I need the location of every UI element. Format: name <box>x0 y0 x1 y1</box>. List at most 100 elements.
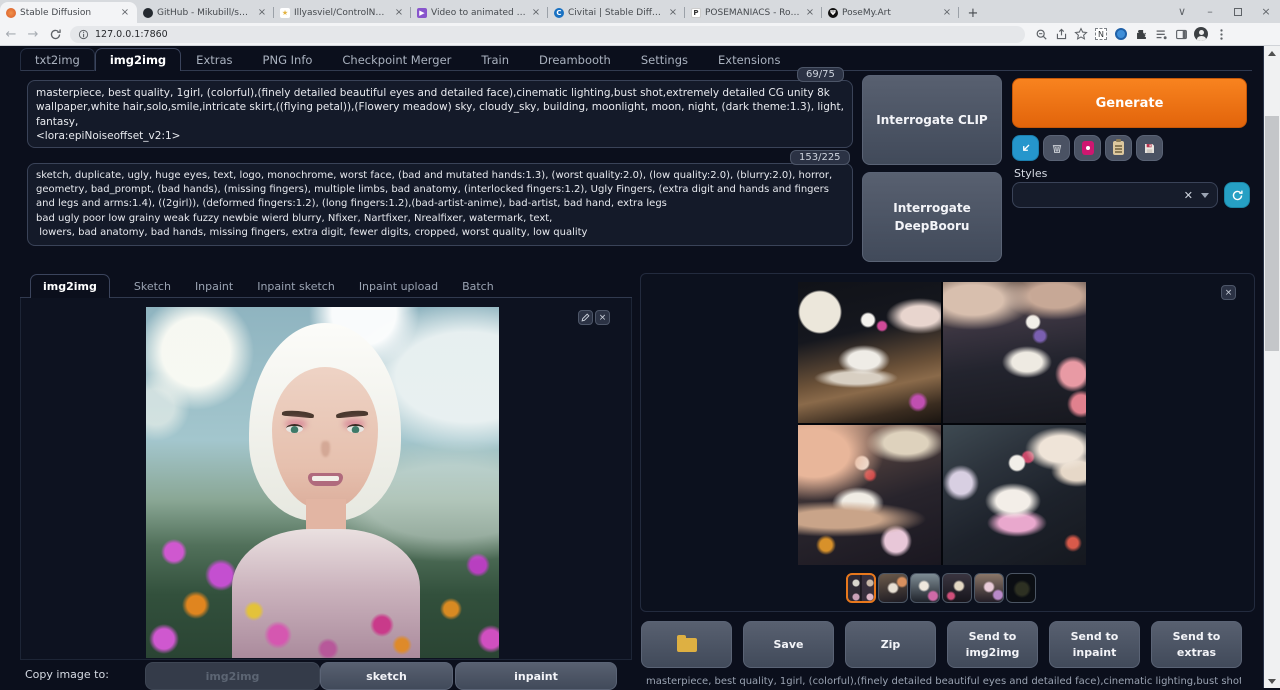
tab-img2img[interactable]: img2img <box>95 48 181 71</box>
tab-png-info[interactable]: PNG Info <box>248 48 328 71</box>
chevron-down-icon <box>1201 193 1209 198</box>
clear-prompt-button[interactable] <box>1043 135 1070 161</box>
portrait-face <box>272 367 378 509</box>
edit-image-button[interactable] <box>578 310 593 325</box>
portrait-eye <box>286 424 303 433</box>
browser-tab-strip: Stable Diffusion × GitHub - Mikubill/sd-… <box>0 0 1280 23</box>
tab-close-icon[interactable]: × <box>530 8 542 18</box>
tab-close-icon[interactable]: × <box>667 8 679 18</box>
browser-tab[interactable]: GitHub - Mikubill/sd-webui-con × <box>137 2 274 23</box>
clipboard-icon <box>1113 141 1124 155</box>
subtab-img2img[interactable]: img2img <box>30 274 110 298</box>
copy-image-to-label: Copy image to: <box>25 668 109 681</box>
browser-tab[interactable]: C Civitai | Stable Diffusion models × <box>548 2 685 23</box>
tab-settings[interactable]: Settings <box>626 48 703 71</box>
copy-to-sketch-button[interactable]: sketch <box>320 662 453 690</box>
side-panel-icon[interactable] <box>1171 24 1191 44</box>
interrogate-deepbooru-button[interactable]: Interrogate DeepBooru <box>862 172 1002 262</box>
page-scrollbar[interactable] <box>1264 46 1280 688</box>
read-parameters-button[interactable] <box>1012 135 1039 161</box>
tab-extensions[interactable]: Extensions <box>703 48 795 71</box>
browser-menu-icon[interactable] <box>1211 24 1231 44</box>
zoom-icon[interactable] <box>1031 24 1051 44</box>
extension-n-icon[interactable]: N <box>1091 24 1111 44</box>
browser-toolbar: ← → 127.0.0.1:7860 N <box>0 23 1280 46</box>
send-to-inpaint-button[interactable]: Send to inpaint <box>1049 621 1140 668</box>
window-controls: ∨ – × <box>1168 0 1280 23</box>
tab-txt2img[interactable]: txt2img <box>20 48 95 71</box>
save-style-button[interactable] <box>1136 135 1163 161</box>
reading-list-icon[interactable] <box>1151 24 1171 44</box>
browser-tab[interactable]: ▶ Video to animated GIF converter × <box>411 2 548 23</box>
generated-image-4[interactable] <box>943 425 1086 566</box>
reload-button[interactable] <box>44 24 66 44</box>
generated-image-2[interactable] <box>943 282 1086 423</box>
new-tab-button[interactable]: + <box>963 3 983 23</box>
subtab-inpaint-sketch[interactable]: Inpaint sketch <box>257 275 335 298</box>
window-minimize-button[interactable]: – <box>1196 0 1224 23</box>
browser-tab[interactable]: P POSEMANIACS - Royalty free 3 × <box>685 2 822 23</box>
img2img-mode-tabs: img2img Sketch Inpaint Inpaint sketch In… <box>20 273 632 298</box>
scroll-up-arrow[interactable] <box>1264 46 1280 60</box>
forward-button[interactable]: → <box>22 24 44 44</box>
negative-prompt-textarea[interactable]: sketch, duplicate, ugly, huge eyes, text… <box>27 163 853 246</box>
tab-dreambooth[interactable]: Dreambooth <box>524 48 626 71</box>
tab-close-icon[interactable]: × <box>119 8 131 18</box>
subtab-inpaint-upload[interactable]: Inpaint upload <box>359 275 438 298</box>
extension-blue-icon[interactable] <box>1111 24 1131 44</box>
share-icon[interactable] <box>1051 24 1071 44</box>
remove-image-button[interactable]: × <box>595 310 610 325</box>
subtab-sketch[interactable]: Sketch <box>134 275 171 298</box>
tab-checkpoint-merger[interactable]: Checkpoint Merger <box>327 48 466 71</box>
gallery-thumbnail[interactable] <box>974 573 1004 603</box>
subtab-inpaint[interactable]: Inpaint <box>195 275 233 298</box>
civitai-favicon: C <box>554 8 564 18</box>
send-to-extras-button[interactable]: Send to extras <box>1151 621 1242 668</box>
gallery-thumbnail[interactable] <box>942 573 972 603</box>
gallery-thumbnail[interactable] <box>878 573 908 603</box>
address-bar[interactable]: 127.0.0.1:7860 <box>70 26 1025 43</box>
tab-close-icon[interactable]: × <box>941 8 953 18</box>
bookmark-star-icon[interactable] <box>1071 24 1091 44</box>
zip-button[interactable]: Zip <box>845 621 936 668</box>
browser-tab-title: PoseMy.Art <box>842 8 937 18</box>
styles-select[interactable]: ✕ <box>1012 182 1218 208</box>
window-close-button[interactable]: × <box>1252 0 1280 23</box>
site-info-icon[interactable] <box>78 29 89 40</box>
extensions-puzzle-icon[interactable] <box>1131 24 1151 44</box>
tab-search-icon[interactable]: ∨ <box>1168 0 1196 23</box>
clear-styles-icon[interactable]: ✕ <box>1184 189 1193 202</box>
source-image-portrait[interactable] <box>146 307 499 658</box>
generated-image-3[interactable] <box>798 425 941 566</box>
refresh-styles-button[interactable] <box>1224 182 1250 208</box>
back-button[interactable]: ← <box>0 24 22 44</box>
copy-to-inpaint-button[interactable]: inpaint <box>455 662 617 690</box>
generate-button[interactable]: Generate <box>1012 78 1247 128</box>
scrollbar-thumb[interactable] <box>1265 116 1279 351</box>
profile-avatar[interactable] <box>1191 24 1211 44</box>
window-maximize-button[interactable] <box>1224 0 1252 23</box>
tab-close-icon[interactable]: × <box>393 8 405 18</box>
scroll-down-arrow[interactable] <box>1264 674 1280 688</box>
open-folder-button[interactable] <box>641 621 732 668</box>
tab-train[interactable]: Train <box>466 48 524 71</box>
browser-tab[interactable]: Ψ PoseMy.Art × <box>822 2 959 23</box>
gallery-thumbnail-selected[interactable] <box>846 573 876 603</box>
extra-networks-button[interactable] <box>1074 135 1101 161</box>
generated-image-1[interactable] <box>798 282 941 423</box>
close-gallery-button[interactable]: × <box>1221 285 1236 300</box>
save-button[interactable]: Save <box>743 621 834 668</box>
interrogate-clip-button[interactable]: Interrogate CLIP <box>862 75 1002 165</box>
gallery-thumbnail[interactable] <box>1006 573 1036 603</box>
tab-close-icon[interactable]: × <box>804 8 816 18</box>
browser-tab[interactable]: Stable Diffusion × <box>0 2 137 23</box>
subtab-batch[interactable]: Batch <box>462 275 494 298</box>
send-to-img2img-button[interactable]: Send to img2img <box>947 621 1038 668</box>
generated-image-grid[interactable] <box>798 282 1086 565</box>
paste-styles-button[interactable] <box>1105 135 1132 161</box>
tab-extras[interactable]: Extras <box>181 48 247 71</box>
tab-close-icon[interactable]: × <box>256 8 268 18</box>
prompt-textarea[interactable]: masterpiece, best quality, 1girl, (color… <box>27 80 853 148</box>
browser-tab[interactable]: ★ Illyasviel/ControlNet at main × <box>274 2 411 23</box>
gallery-thumbnail[interactable] <box>910 573 940 603</box>
